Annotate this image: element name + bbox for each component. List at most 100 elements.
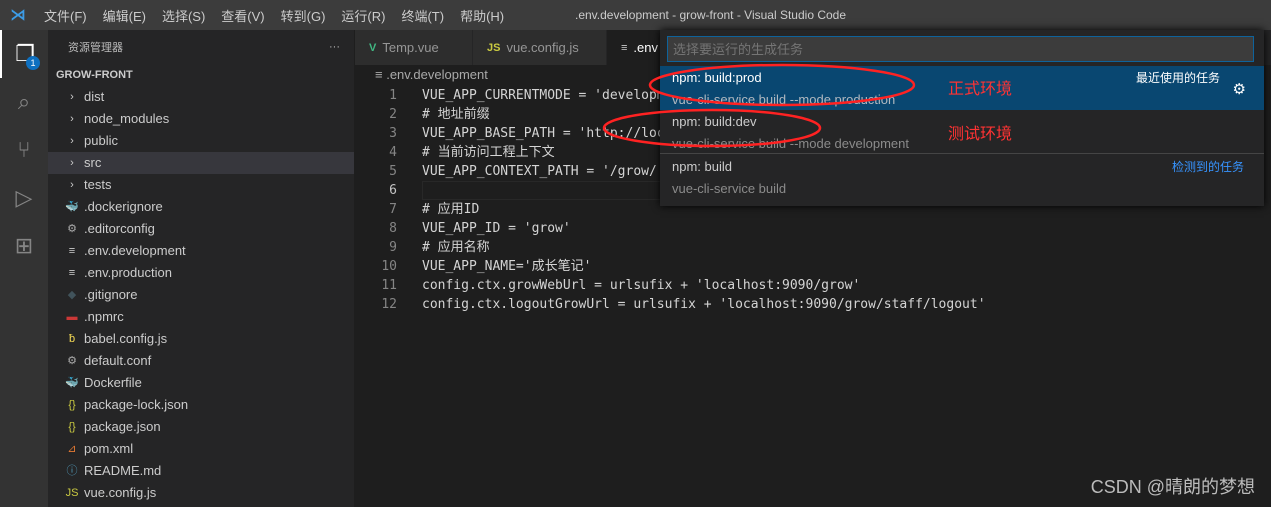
code-text: VUE_APP_BASE_PATH = 'http://loc — [422, 126, 665, 141]
code-line: 11 config.ctx.growWebUrl = urlsufix + 'lo… — [355, 276, 1271, 295]
source-control-icon[interactable]: ⑂ — [0, 126, 48, 174]
code-text: VUE_APP_CURRENTMODE = 'developm — [422, 88, 665, 103]
line-number: 6 — [389, 183, 397, 198]
code-text: VUE_APP_ID = 'grow' — [422, 221, 571, 236]
vscode-logo-icon: ⋊ — [10, 7, 26, 24]
file-item[interactable]: 🐳 Dockerfile — [48, 372, 354, 394]
item-label: vue.config.js — [84, 485, 157, 500]
menu-item[interactable]: 查看(V) — [221, 9, 264, 24]
item-label: .dockerignore — [84, 199, 163, 214]
tab-label: vue.config.js — [506, 40, 579, 55]
group-label: 检测到的任务 — [1171, 160, 1244, 174]
code-text: VUE_APP_CONTEXT_PATH = '/grow/' — [422, 164, 665, 179]
file-icon: 🐳 — [65, 201, 79, 213]
file-item[interactable]: ≡ .env.development — [48, 240, 354, 262]
file-icon: ⚙ — [67, 355, 77, 367]
menu-item[interactable]: 选择(S) — [162, 9, 205, 24]
menu-item[interactable]: 文件(F) — [44, 9, 87, 24]
extensions-icon[interactable]: ⊞ — [0, 222, 48, 270]
chevron-right-icon: › — [70, 179, 74, 191]
code-text: VUE_APP_NAME='成长笔记' — [422, 259, 592, 274]
task-item-build[interactable]: npm: build vue-cli-service build 检测到的任务 — [660, 155, 1264, 199]
task-label: npm: build — [672, 159, 732, 174]
file-item[interactable]: 🐳 .dockerignore — [48, 196, 354, 218]
line-number: 5 — [389, 164, 397, 179]
menu-item[interactable]: 转到(G) — [281, 9, 326, 24]
gear-icon[interactable]: ⚙ — [1233, 80, 1246, 98]
file-item[interactable]: JS vue.config.js — [48, 482, 354, 504]
item-label: .env.development — [84, 243, 186, 258]
menu-item[interactable]: 帮助(H) — [460, 9, 504, 24]
file-item[interactable]: ⓘ README.md — [48, 460, 354, 482]
tab[interactable]: JS vue.config.js — [473, 30, 607, 65]
menu-item[interactable]: 运行(R) — [341, 9, 385, 24]
search-icon[interactable]: ⌕ — [0, 78, 48, 126]
activity-bar: ❐ 1 ⌕ ⑂ ▷ ⊞ — [0, 30, 48, 507]
file-icon: ◆ — [67, 289, 77, 301]
file-item[interactable]: ƀ babel.config.js — [48, 328, 354, 350]
line-number: 9 — [389, 240, 397, 255]
code-text: # 地址前缀 — [422, 107, 490, 122]
file-item[interactable]: ▬ .npmrc — [48, 306, 354, 328]
quick-pick: npm: build:prod vue-cli-service build --… — [660, 30, 1264, 206]
more-actions-button[interactable]: ··· — [329, 41, 340, 53]
chevron-right-icon: › — [70, 157, 74, 169]
file-icon: ⓘ — [66, 465, 78, 477]
tab[interactable]: V Temp.vue — [355, 30, 473, 65]
chevron-right-icon: › — [70, 91, 74, 103]
item-label: .gitignore — [84, 287, 138, 302]
file-icon: 🐳 — [65, 377, 79, 389]
tab-label: .env — [633, 40, 658, 55]
explorer-sidebar: 资源管理器 ··· GROW-FRONT › dist › node_modules › p… — [48, 30, 354, 507]
code-text: config.ctx.growWebUrl = urlsufix + 'loca… — [422, 278, 861, 293]
line-number: 10 — [381, 259, 397, 274]
file-item[interactable]: ⚙ .editorconfig — [48, 218, 354, 240]
project-folder[interactable]: GROW-FRONT — [48, 64, 354, 86]
item-label: babel.config.js — [84, 331, 168, 346]
file-icon: ⚙ — [67, 223, 77, 235]
file-item[interactable]: {} package.json — [48, 416, 354, 438]
folder-item[interactable]: › public — [48, 130, 354, 152]
item-label: public — [84, 133, 118, 148]
file-item[interactable]: ◆ .gitignore — [48, 284, 354, 306]
item-label: package-lock.json — [84, 397, 189, 412]
code-line: 9 # 应用名称 — [355, 238, 1271, 257]
code-line: 8 VUE_APP_ID = 'grow' — [355, 219, 1271, 238]
line-number: 1 — [389, 88, 397, 103]
code-line: 10 VUE_APP_NAME='成长笔记' — [355, 257, 1271, 276]
file-icon: {} — [68, 399, 76, 411]
item-label: README.md — [84, 463, 162, 478]
code-text: # 应用名称 — [422, 240, 490, 255]
line-number: 7 — [389, 202, 397, 217]
folder-item[interactable]: › src — [48, 152, 354, 174]
menu-item[interactable]: 终端(T) — [401, 9, 444, 24]
file-icon: JS — [65, 487, 79, 499]
file-icon: ≡ — [68, 267, 76, 279]
line-number: 8 — [389, 221, 397, 236]
menu-item[interactable]: 编辑(E) — [103, 9, 146, 24]
code-text: config.ctx.logoutGrowUrl = urlsufix + 'l… — [422, 297, 986, 312]
task-detail: vue-cli-service build — [672, 181, 787, 196]
explorer-icon[interactable]: ❐ 1 — [0, 30, 48, 78]
item-label: default.conf — [84, 353, 152, 368]
group-label: 最近使用的任务 — [1135, 71, 1220, 85]
badge: 1 — [26, 56, 40, 70]
file-item[interactable]: ⚙ default.conf — [48, 350, 354, 372]
folder-item[interactable]: › tests — [48, 174, 354, 196]
divider — [660, 153, 1264, 154]
folder-item[interactable]: › dist — [48, 86, 354, 108]
folder-item[interactable]: › node_modules — [48, 108, 354, 130]
file-item[interactable]: {} package-lock.json — [48, 394, 354, 416]
file-item[interactable]: ⊿ pom.xml — [48, 438, 354, 460]
task-search-input[interactable] — [667, 36, 1254, 62]
file-icon: ƀ — [68, 333, 76, 345]
title-bar: ⋊ 文件(F) 编辑(E) 选择(S) 查看(V) 转到(G) 运行(R) 终端(T) 帮助(… — [0, 0, 1271, 30]
chevron-right-icon: › — [70, 135, 74, 147]
watermark: CSDN @晴朗的梦想 — [1090, 477, 1255, 497]
item-label: .env.production — [84, 265, 172, 280]
file-item[interactable]: ≡ .env.production — [48, 262, 354, 284]
item-label: node_modules — [84, 111, 170, 126]
breadcrumb[interactable]: ≡ .env.development — [375, 67, 488, 82]
item-label: src — [84, 155, 102, 170]
run-debug-icon[interactable]: ▷ — [0, 174, 48, 222]
